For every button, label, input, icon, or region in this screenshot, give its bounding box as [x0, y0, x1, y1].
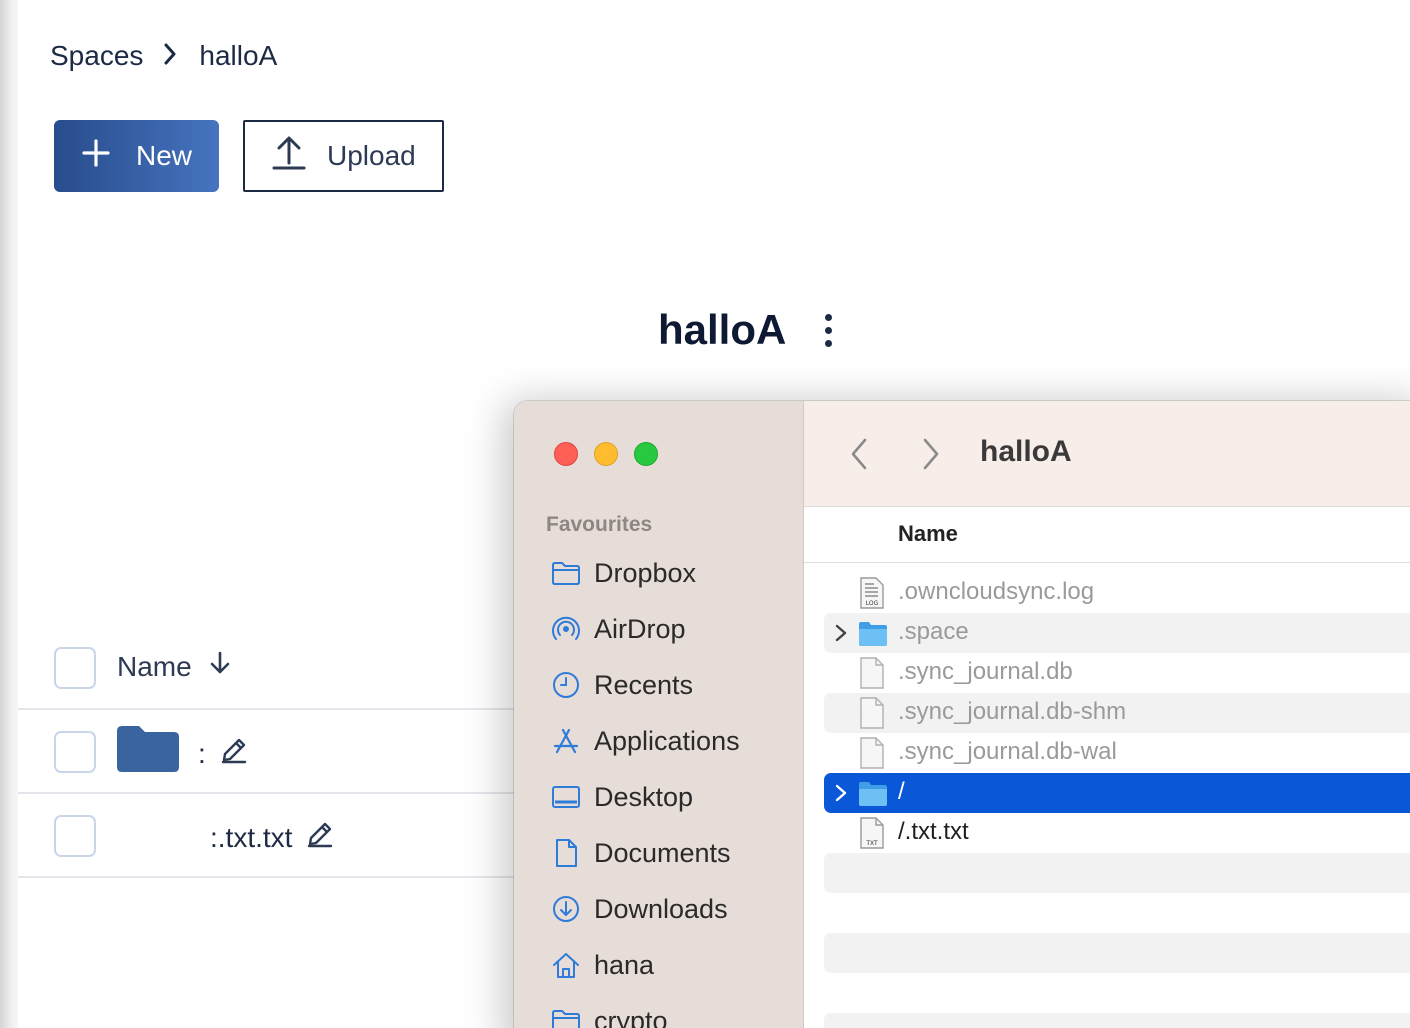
sidebar-item-desktop[interactable]: Desktop [550, 777, 693, 817]
file-name: /.txt.txt [898, 818, 969, 845]
airdrop-icon [550, 613, 582, 645]
sort-down-arrow-icon [208, 650, 232, 683]
empty-row [824, 933, 1410, 973]
more-options-icon[interactable] [820, 314, 836, 352]
breadcrumb-current: halloA [199, 40, 278, 71]
folder-icon [550, 1005, 582, 1028]
row-checkbox[interactable] [54, 731, 96, 773]
finder-file-row[interactable]: .space [824, 613, 1410, 653]
folder-icon [858, 776, 888, 810]
sidebar-item-label: Downloads [594, 893, 728, 924]
file-name: .space [898, 618, 969, 645]
desktop-icon [550, 781, 582, 813]
breadcrumb-spaces-link[interactable]: Spaces [50, 40, 143, 72]
finder-sidebar: Favourites Dropbox AirDrop Recents Appli… [514, 401, 804, 1028]
file-name: .sync_journal.db [898, 658, 1073, 685]
disclosure-chevron-icon[interactable] [832, 623, 850, 643]
pencil-icon[interactable] [220, 736, 248, 771]
finder-file-row[interactable]: .sync_journal.db [824, 653, 1410, 693]
close-window-button[interactable] [554, 442, 578, 466]
document-icon [550, 837, 582, 869]
upload-button[interactable]: Upload [243, 120, 444, 192]
finder-file-list: LOG .owncloudsync.log .space .sync_journ… [804, 563, 1410, 1028]
table-row[interactable]: : [198, 736, 248, 771]
finder-file-row[interactable]: TXT /.txt.txt [824, 813, 1410, 853]
new-button[interactable]: New [54, 120, 219, 192]
favourites-heading: Favourites [546, 513, 653, 536]
finder-file-row-selected[interactable]: / [824, 773, 1410, 813]
sidebar-item-airdrop[interactable]: AirDrop [550, 609, 686, 649]
file-name: .owncloudsync.log [898, 578, 1095, 605]
finder-file-row[interactable]: LOG .owncloudsync.log [824, 573, 1410, 613]
window-edge-shadow [0, 0, 18, 1028]
disclosure-chevron-icon[interactable] [832, 783, 850, 803]
finder-window-title: halloA [980, 435, 1072, 468]
document-file-icon [858, 656, 888, 690]
sidebar-item-applications[interactable]: Applications [550, 721, 740, 761]
sidebar-item-documents[interactable]: Documents [550, 833, 731, 873]
upload-button-label: Upload [327, 140, 416, 171]
upload-icon [271, 135, 307, 178]
name-column-label: Name [898, 521, 958, 546]
sidebar-item-downloads[interactable]: Downloads [550, 889, 728, 929]
download-icon [550, 893, 582, 925]
table-row[interactable]: :.txt.txt [210, 820, 334, 855]
name-column-header[interactable]: Name [117, 650, 232, 683]
finder-column-header[interactable]: Name [804, 507, 1410, 563]
svg-text:LOG: LOG [866, 600, 879, 607]
sidebar-item-dropbox[interactable]: Dropbox [550, 553, 696, 593]
document-file-icon [858, 696, 888, 730]
folder-icon [858, 616, 888, 650]
sidebar-item-recents[interactable]: Recents [550, 665, 693, 705]
sidebar-item-label: AirDrop [594, 613, 686, 644]
folder-icon [117, 726, 179, 777]
clock-icon [550, 669, 582, 701]
sidebar-item-label: hana [594, 949, 655, 980]
zoom-window-button[interactable] [634, 442, 658, 466]
pencil-icon[interactable] [306, 820, 334, 855]
finder-file-row[interactable]: .sync_journal.db-wal [824, 733, 1410, 773]
sidebar-item-crypto[interactable]: crypto [550, 1001, 668, 1028]
finder-file-row[interactable]: .sync_journal.db-shm [824, 693, 1410, 733]
txt-file-icon: TXT [858, 816, 888, 850]
empty-row [824, 853, 1410, 893]
chevron-right-icon [163, 40, 177, 72]
row-name[interactable]: :.txt.txt [210, 822, 292, 854]
breadcrumb: Spaces halloA [50, 36, 277, 76]
log-file-icon: LOG [858, 576, 888, 610]
file-name: / [898, 778, 905, 805]
row-divider [18, 708, 518, 710]
sidebar-item-label: Desktop [594, 781, 694, 812]
svg-text:TXT: TXT [865, 840, 878, 847]
sidebar-item-label: Recents [594, 669, 694, 700]
finder-window: Favourites Dropbox AirDrop Recents Appli… [514, 401, 1410, 1028]
applications-icon [550, 725, 582, 757]
file-name: .sync_journal.db-wal [898, 738, 1117, 765]
finder-toolbar: halloA [804, 401, 1410, 507]
new-button-label: New [136, 140, 193, 171]
home-icon [550, 949, 582, 981]
minimize-window-button[interactable] [594, 442, 618, 466]
folder-icon [550, 557, 582, 589]
space-title: halloA [658, 306, 787, 353]
back-chevron-icon[interactable] [848, 437, 870, 476]
name-column-label: Name [117, 650, 192, 682]
forward-chevron-icon[interactable] [920, 437, 942, 476]
row-divider [18, 876, 518, 878]
sidebar-item-label: Applications [594, 725, 740, 756]
document-file-icon [858, 736, 888, 770]
row-divider [18, 792, 518, 794]
file-name: .sync_journal.db-shm [898, 698, 1127, 725]
screen: Spaces halloA New Upload halloA Name ::… [0, 0, 1410, 1028]
row-checkbox[interactable] [54, 815, 96, 857]
row-name[interactable]: : [198, 738, 206, 770]
select-all-checkbox[interactable] [54, 647, 96, 689]
sidebar-item-hana[interactable]: hana [550, 945, 654, 985]
empty-row [824, 1013, 1410, 1028]
plus-icon [82, 138, 110, 174]
sidebar-item-label: Dropbox [594, 557, 697, 588]
sidebar-item-label: Documents [594, 837, 731, 868]
sidebar-item-label: crypto [594, 1005, 668, 1028]
